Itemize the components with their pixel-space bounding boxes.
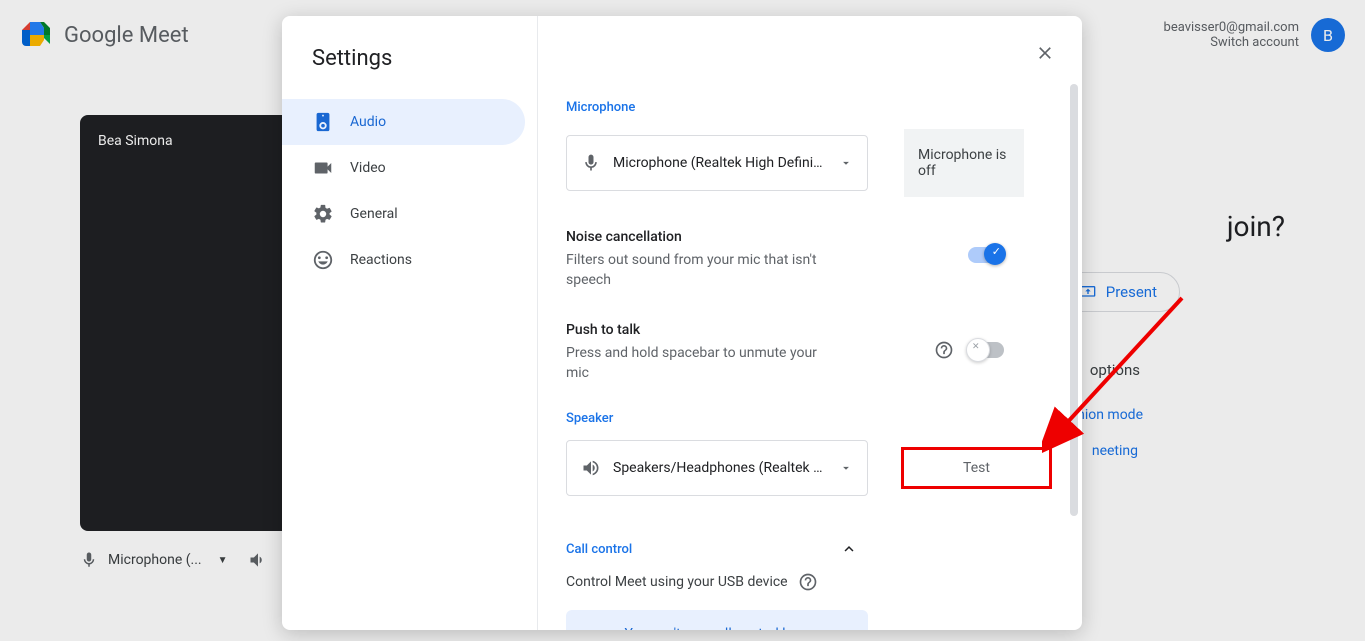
- nav-audio[interactable]: Audio: [282, 99, 525, 145]
- close-icon: [1035, 43, 1055, 63]
- help-icon[interactable]: [798, 572, 818, 592]
- noise-cancellation-desc: Filters out sound from your mic that isn…: [566, 251, 826, 290]
- speaker-device-icon: [312, 111, 334, 133]
- videocam-icon: [312, 157, 334, 179]
- settings-title: Settings: [294, 46, 525, 71]
- caret-down-icon: [839, 461, 853, 475]
- scrollbar[interactable]: [1070, 84, 1078, 516]
- chevron-up-icon[interactable]: [840, 540, 858, 558]
- gear-icon: [312, 203, 334, 225]
- call-control-label: Call control: [566, 542, 632, 557]
- speaker-dropdown[interactable]: Speakers/Headphones (Realtek Hi...: [566, 440, 868, 496]
- microphone-status: Microphone is off: [904, 129, 1024, 197]
- push-to-talk-title: Push to talk: [566, 322, 934, 338]
- nav-general-label: General: [350, 206, 398, 222]
- caret-down-icon: [839, 156, 853, 170]
- nav-reactions[interactable]: Reactions: [282, 237, 525, 283]
- push-to-talk-toggle[interactable]: [968, 342, 1004, 358]
- noise-cancellation-toggle[interactable]: [968, 247, 1004, 263]
- push-to-talk-desc: Press and hold spacebar to unmute your m…: [566, 344, 826, 383]
- settings-sidebar: Settings Audio Video General Reactions: [282, 16, 538, 630]
- nav-reactions-label: Reactions: [350, 252, 412, 268]
- call-control-banner: You can't use call control here: [566, 610, 868, 630]
- close-button[interactable]: [1026, 34, 1064, 72]
- settings-content: Microphone Microphone (Realtek High Defi…: [538, 16, 1082, 630]
- volume-icon: [581, 458, 601, 478]
- microphone-device: Microphone (Realtek High Definiti...: [613, 155, 827, 171]
- call-control-desc: Control Meet using your USB device: [566, 574, 788, 590]
- speaker-section-label: Speaker: [566, 411, 1054, 426]
- mic-icon: [581, 153, 601, 173]
- nav-video-label: Video: [350, 160, 386, 176]
- nav-video[interactable]: Video: [282, 145, 525, 191]
- settings-modal: Settings Audio Video General Reactions M…: [282, 16, 1082, 630]
- help-icon[interactable]: [934, 340, 954, 360]
- microphone-section-label: Microphone: [566, 100, 1054, 115]
- emoji-icon: [312, 249, 334, 271]
- nav-general[interactable]: General: [282, 191, 525, 237]
- test-speaker-button[interactable]: Test: [904, 450, 1049, 486]
- speaker-device: Speakers/Headphones (Realtek Hi...: [613, 460, 827, 476]
- microphone-dropdown[interactable]: Microphone (Realtek High Definiti...: [566, 135, 868, 191]
- nav-audio-label: Audio: [350, 114, 386, 130]
- noise-cancellation-title: Noise cancellation: [566, 229, 968, 245]
